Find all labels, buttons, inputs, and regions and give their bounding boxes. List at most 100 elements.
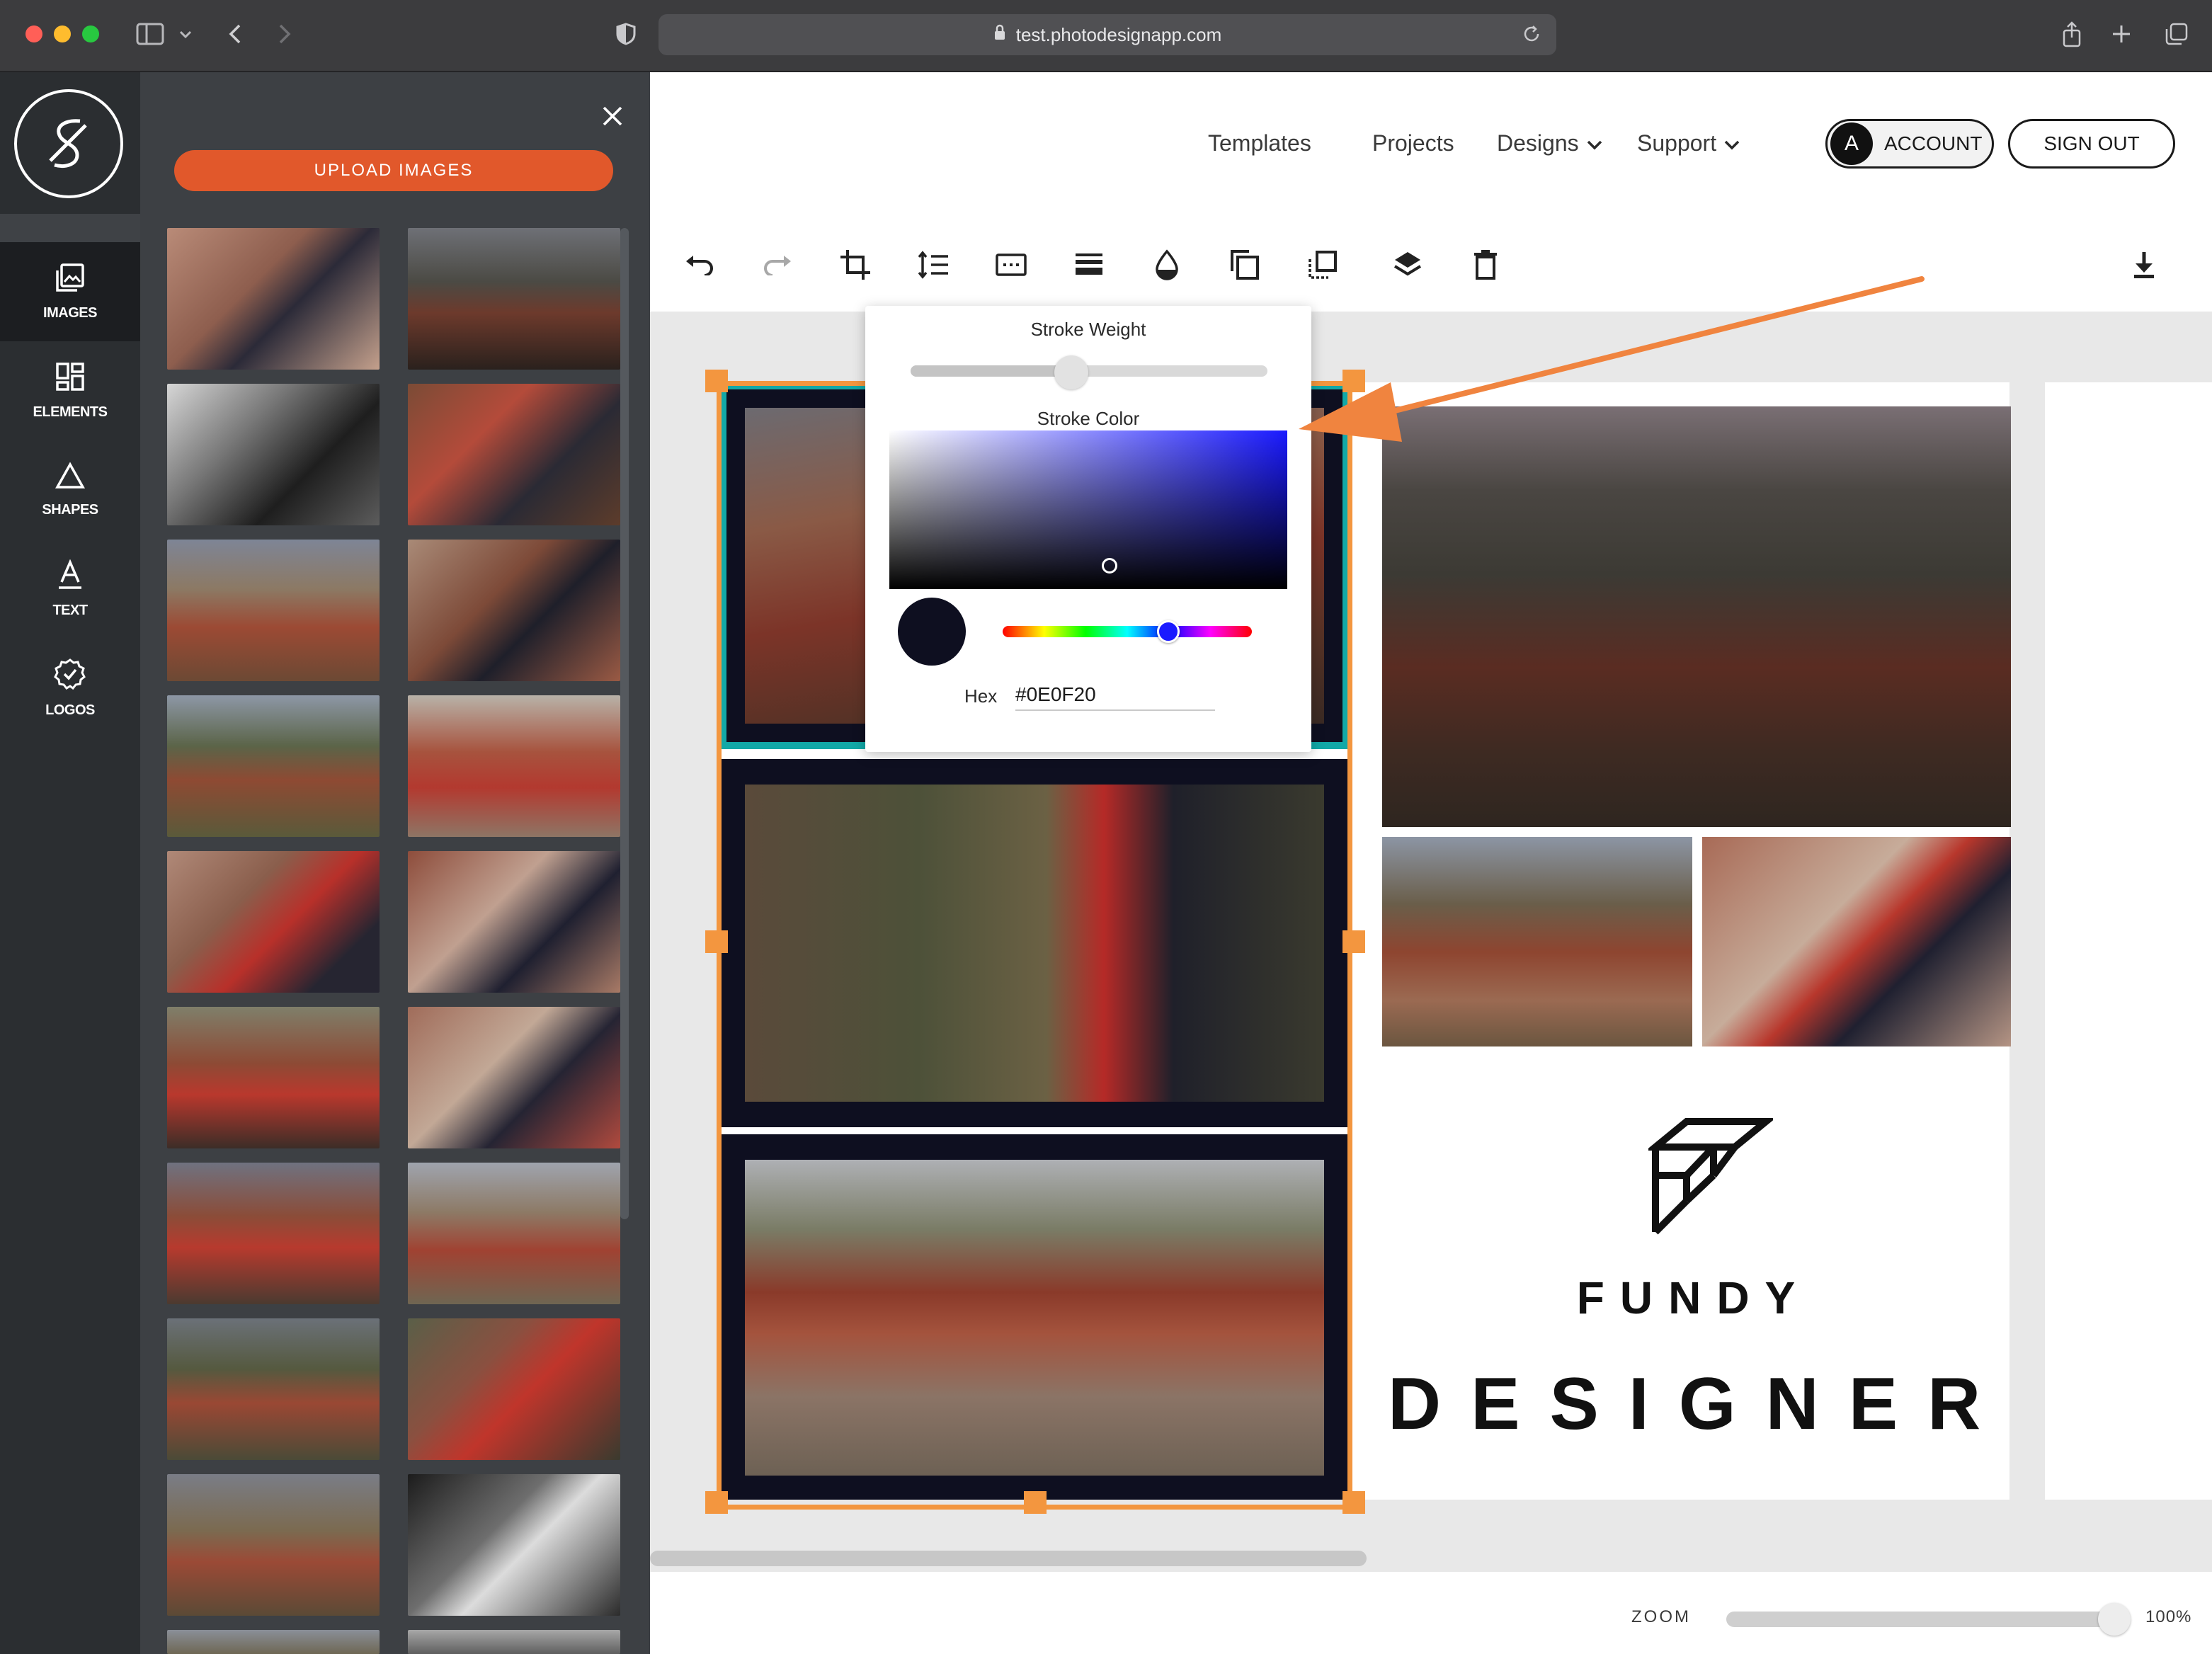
thumbnail[interactable] <box>408 851 620 993</box>
nav-designs[interactable]: Designs <box>1497 130 1603 156</box>
rail-item-label: LOGOS <box>45 702 95 718</box>
thumbnail[interactable] <box>408 1318 620 1460</box>
color-picker-cursor[interactable] <box>1102 558 1117 574</box>
shapes-icon <box>55 462 86 494</box>
hue-slider-thumb[interactable] <box>1157 620 1180 643</box>
caption-icon[interactable] <box>991 245 1031 285</box>
thumbnail[interactable] <box>167 1318 380 1460</box>
rail-item-elements[interactable]: ELEMENTS <box>0 341 140 440</box>
tab-overview-icon[interactable] <box>2162 18 2191 50</box>
nav-support[interactable]: Support <box>1637 130 1740 156</box>
rail-item-label: ELEMENTS <box>33 404 108 420</box>
zoom-label: ZOOM <box>1631 1607 1691 1626</box>
color-swatch <box>898 598 966 666</box>
browser-toolbar: test.photodesignapp.com <box>0 0 2212 72</box>
thumbnail[interactable] <box>408 384 620 525</box>
next-design-page[interactable] <box>2045 382 2212 1500</box>
text-icon <box>56 559 84 594</box>
images-panel: UPLOAD IMAGES <box>140 72 650 1654</box>
stroke-color-label: Stroke Color <box>1037 408 1140 429</box>
color-saturation-picker[interactable] <box>889 430 1287 589</box>
sign-out-button[interactable]: SIGN OUT <box>2008 119 2175 169</box>
thumbnail[interactable] <box>167 695 380 837</box>
resize-handle-tl[interactable] <box>705 370 728 392</box>
zoom-slider-thumb[interactable] <box>2098 1603 2131 1636</box>
arrange-icon[interactable] <box>1303 245 1342 285</box>
resize-handle-left[interactable] <box>705 930 728 953</box>
reload-icon[interactable] <box>1521 23 1542 50</box>
nav-projects[interactable]: Projects <box>1372 130 1454 156</box>
app-logo[interactable] <box>14 89 123 198</box>
resize-handle-br[interactable] <box>1342 1491 1365 1514</box>
rail-item-shapes[interactable]: SHAPES <box>0 440 140 540</box>
back-icon[interactable] <box>222 18 248 50</box>
thumbnail[interactable] <box>408 1474 620 1616</box>
layers-icon[interactable] <box>1388 245 1427 285</box>
resize-handle-tr[interactable] <box>1342 370 1365 392</box>
thumbnail[interactable] <box>167 540 380 681</box>
duplicate-icon[interactable] <box>1225 245 1265 285</box>
shield-icon[interactable] <box>613 18 639 50</box>
rail-item-images[interactable]: IMAGES <box>0 242 140 341</box>
stroke-weight-label: Stroke Weight <box>1030 319 1146 340</box>
horizontal-scrollbar[interactable] <box>650 1551 1367 1566</box>
delete-icon[interactable] <box>1466 245 1505 285</box>
feature-photo[interactable] <box>1382 406 2011 827</box>
maximize-window-button[interactable] <box>82 25 99 42</box>
line-spacing-icon[interactable] <box>913 245 953 285</box>
images-icon <box>55 262 86 297</box>
thumbnail[interactable] <box>408 695 620 837</box>
small-photo-left[interactable] <box>1382 837 1692 1046</box>
thumbnail[interactable] <box>167 851 380 993</box>
forward-icon[interactable] <box>272 18 297 50</box>
address-bar[interactable]: test.photodesignapp.com <box>659 14 1556 55</box>
fundy-logo-icon[interactable] <box>1645 1114 1777 1239</box>
lock-icon <box>993 24 1006 46</box>
thumbnail[interactable] <box>167 1474 380 1616</box>
stroke-weight-icon[interactable] <box>1069 245 1109 285</box>
sidebar-icon[interactable] <box>135 18 166 50</box>
thumbnail[interactable] <box>408 228 620 370</box>
hex-input[interactable] <box>1015 680 1215 711</box>
download-icon[interactable] <box>2124 245 2164 285</box>
hue-slider[interactable] <box>1003 626 1252 637</box>
new-tab-icon[interactable] <box>2107 18 2136 50</box>
thumbnail[interactable] <box>408 1630 620 1654</box>
undo-icon[interactable] <box>680 245 719 285</box>
account-label: ACCOUNT <box>1884 132 1983 154</box>
brand-line-2[interactable]: DESIGNER <box>1388 1362 2000 1447</box>
rail-item-label: IMAGES <box>43 305 97 321</box>
thumbnail[interactable] <box>408 540 620 681</box>
rail-item-logos[interactable]: LOGOS <box>0 639 140 738</box>
thumbnail[interactable] <box>408 1007 620 1148</box>
thumbnail[interactable] <box>167 1630 380 1654</box>
rail-item-text[interactable]: TEXT <box>0 540 140 639</box>
panel-scrollbar[interactable] <box>620 228 629 1219</box>
logos-icon <box>54 658 86 694</box>
thumbnail[interactable] <box>167 1007 380 1148</box>
resize-handle-bl[interactable] <box>705 1491 728 1514</box>
crop-icon[interactable] <box>836 245 875 285</box>
account-button[interactable]: A ACCOUNT <box>1825 119 1994 169</box>
zoom-slider[interactable] <box>1726 1612 2114 1627</box>
redo-icon[interactable] <box>758 245 797 285</box>
close-icon[interactable] <box>597 101 628 132</box>
close-window-button[interactable] <box>25 25 42 42</box>
opacity-icon[interactable] <box>1147 245 1187 285</box>
chevron-down-icon[interactable] <box>176 18 195 50</box>
brand-line-1[interactable]: FUNDY <box>1388 1272 2000 1324</box>
resize-handle-bottom[interactable] <box>1024 1491 1047 1514</box>
thumbnail[interactable] <box>167 1163 380 1304</box>
zoom-value: 100% <box>2145 1607 2192 1626</box>
small-photo-right[interactable] <box>1702 837 2011 1046</box>
thumbnail[interactable] <box>167 384 380 525</box>
upload-images-button[interactable]: UPLOAD IMAGES <box>174 150 613 191</box>
stroke-weight-thumb[interactable] <box>1054 355 1088 389</box>
thumbnail[interactable] <box>167 228 380 370</box>
minimize-window-button[interactable] <box>54 25 71 42</box>
thumbnail[interactable] <box>408 1163 620 1304</box>
resize-handle-right[interactable] <box>1342 930 1365 953</box>
share-icon[interactable] <box>2058 18 2086 50</box>
stroke-weight-slider[interactable] <box>911 365 1267 377</box>
nav-templates[interactable]: Templates <box>1208 130 1311 156</box>
